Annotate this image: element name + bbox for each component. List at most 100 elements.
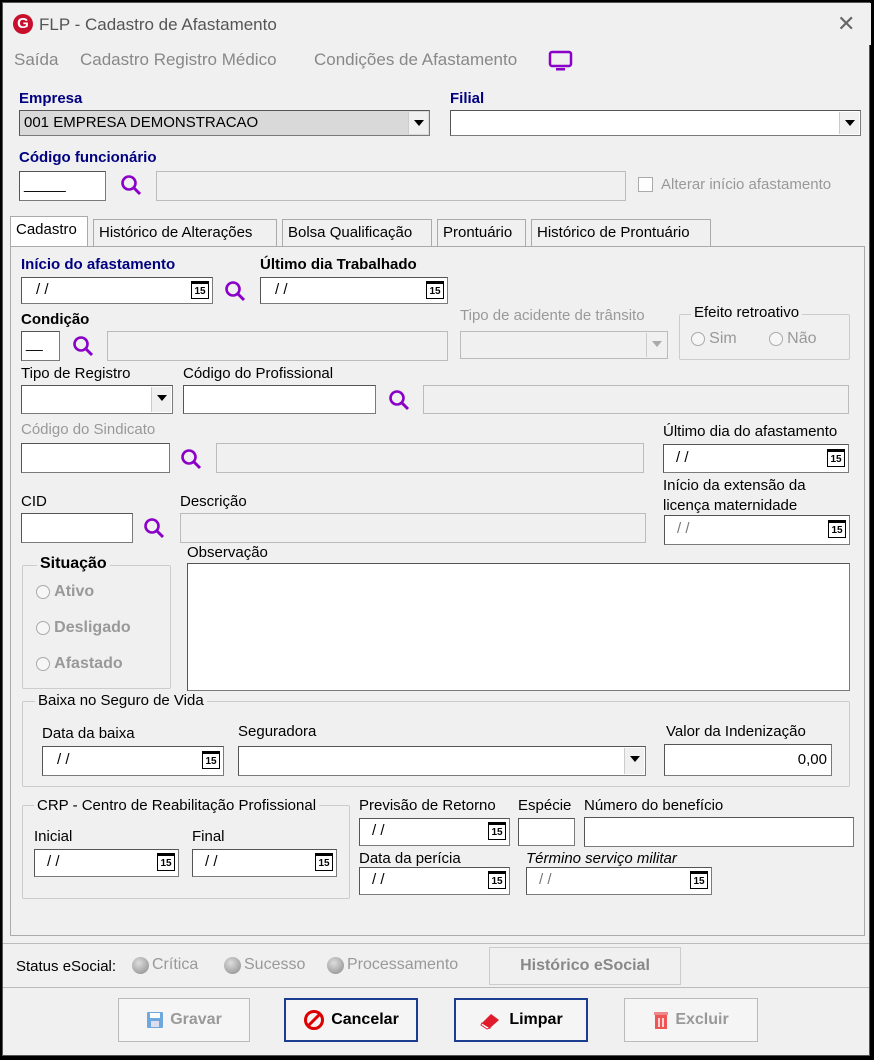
cancelar-label: Cancelar	[331, 1011, 399, 1028]
termino-servico-value: / /	[539, 871, 552, 888]
monitor-icon[interactable]	[548, 50, 574, 72]
calendar-icon[interactable]: 15	[191, 281, 209, 299]
excluir-button[interactable]: Excluir	[624, 998, 758, 1042]
data-baixa-input[interactable]: / / 15	[42, 746, 224, 776]
chevron-down-icon[interactable]	[151, 387, 171, 412]
search-icon[interactable]	[71, 334, 95, 358]
condicao-descricao-field	[107, 331, 448, 361]
seguradora-label: Seguradora	[238, 723, 317, 740]
status-dot-icon	[132, 956, 149, 974]
close-icon[interactable]: ✕	[837, 11, 855, 37]
numero-beneficio-input[interactable]	[584, 817, 854, 847]
search-icon[interactable]	[387, 388, 411, 412]
codigo-profissional-input[interactable]	[183, 385, 376, 414]
tab-historico-prontuario[interactable]: Histórico de Prontuário	[531, 219, 711, 247]
observacao-label: Observação	[187, 544, 268, 561]
menu-item-cadastro-registro-medico[interactable]: Cadastro Registro Médico	[80, 50, 277, 70]
cancelar-button[interactable]: Cancelar	[284, 998, 418, 1042]
limpar-button[interactable]: Limpar	[454, 998, 588, 1042]
radio-icon[interactable]	[769, 332, 783, 347]
ultimo-dia-trabalhado-input[interactable]: / / 15	[260, 277, 448, 304]
baixa-seguro-label: Baixa no Seguro de Vida	[35, 692, 207, 709]
menu-item-condicoes-afastamento[interactable]: Condições de Afastamento	[314, 50, 517, 70]
condicao-input[interactable]: __	[21, 331, 60, 361]
chevron-down-icon[interactable]	[624, 748, 644, 774]
data-pericia-input[interactable]: / / 15	[359, 867, 510, 895]
tab-bolsa-qualificacao[interactable]: Bolsa Qualificação	[282, 219, 432, 247]
search-icon[interactable]	[179, 447, 203, 471]
numero-beneficio-label: Número do benefício	[584, 797, 724, 814]
calendar-icon[interactable]: 15	[157, 853, 175, 871]
crp-final-input[interactable]: / / 15	[192, 849, 337, 877]
status-sucesso: Sucesso	[224, 956, 305, 974]
filial-select[interactable]	[450, 110, 861, 136]
crp-inicial-value: / /	[47, 853, 60, 870]
menu-item-saida[interactable]: Saída	[14, 50, 58, 70]
tipo-acidente-select[interactable]	[460, 331, 668, 359]
empresa-select[interactable]: 001 EMPRESA DEMONSTRACAO	[19, 110, 430, 136]
cid-input[interactable]	[21, 513, 133, 543]
efeito-sim-option[interactable]: Sim	[691, 330, 737, 348]
calendar-icon[interactable]: 15	[488, 871, 506, 889]
situacao-desligado-label: Desligado	[54, 619, 131, 636]
calendar-icon[interactable]: 15	[202, 751, 220, 769]
radio-icon[interactable]	[691, 332, 705, 347]
calendar-icon[interactable]: 15	[827, 449, 845, 467]
search-icon[interactable]	[142, 516, 166, 540]
tab-historico-alteracoes[interactable]: Histórico de Alterações	[93, 219, 277, 247]
empresa-value: 001 EMPRESA DEMONSTRACAO	[24, 114, 259, 131]
chevron-down-icon[interactable]	[646, 333, 666, 357]
inicio-afastamento-label: Início do afastamento	[21, 256, 176, 273]
calendar-icon[interactable]: 15	[828, 520, 846, 538]
radio-icon[interactable]	[36, 657, 50, 672]
status-dot-icon	[224, 956, 241, 974]
seguradora-select[interactable]	[238, 746, 646, 776]
cid-descricao-field	[180, 513, 646, 543]
chevron-down-icon[interactable]	[839, 112, 859, 134]
codigo-funcionario-value: _____	[24, 176, 66, 193]
calendar-icon[interactable]: 15	[488, 822, 506, 840]
tab-prontuario[interactable]: Prontuário	[437, 219, 526, 247]
extensao-licenca-label-2: licença maternidade	[663, 497, 798, 514]
situacao-afastado-option[interactable]: Afastado	[36, 655, 123, 673]
efeito-nao-option[interactable]: Não	[769, 330, 817, 348]
search-icon[interactable]	[119, 173, 143, 197]
crp-final-label: Final	[192, 828, 225, 845]
valor-indenizacao-input[interactable]: 0,00	[664, 744, 832, 776]
gravar-button[interactable]: Gravar	[118, 998, 250, 1042]
especie-label: Espécie	[518, 797, 572, 814]
calendar-icon[interactable]: 15	[690, 871, 708, 889]
previsao-retorno-input[interactable]: / / 15	[359, 818, 510, 846]
tipo-acidente-label: Tipo de acidente de trânsito	[460, 307, 645, 324]
extensao-licenca-input[interactable]: / / 15	[664, 515, 850, 545]
codigo-sindicato-label: Código do Sindicato	[21, 421, 156, 438]
radio-icon[interactable]	[36, 585, 50, 600]
alterar-inicio-checkbox[interactable]	[638, 177, 653, 192]
status-sucesso-label: Sucesso	[244, 956, 306, 973]
especie-input[interactable]	[518, 818, 575, 846]
termino-servico-input[interactable]: / / 15	[526, 867, 712, 895]
crp-inicial-label: Inicial	[34, 828, 73, 845]
codigo-funcionario-input[interactable]: _____	[19, 171, 106, 201]
ultimo-dia-afastamento-input[interactable]: / / 15	[663, 444, 849, 473]
situacao-ativo-option[interactable]: Ativo	[36, 583, 94, 601]
search-icon[interactable]	[223, 279, 247, 303]
radio-icon[interactable]	[36, 621, 50, 636]
chevron-down-icon[interactable]	[408, 112, 428, 134]
tipo-registro-select[interactable]	[21, 385, 173, 414]
crp-label: CRP - Centro de Reabilitação Profissiona…	[34, 797, 320, 814]
calendar-icon[interactable]: 15	[315, 853, 333, 871]
historico-esocial-button[interactable]: Histórico eSocial	[489, 947, 681, 985]
tab-cadastro[interactable]: Cadastro	[10, 216, 88, 248]
codigo-sindicato-input[interactable]	[21, 443, 170, 473]
calendar-icon[interactable]: 15	[426, 281, 444, 299]
codigo-funcionario-label: Código funcionário	[19, 149, 157, 166]
empresa-label: Empresa	[19, 90, 83, 107]
crp-inicial-input[interactable]: / / 15	[34, 849, 179, 877]
situacao-afastado-label: Afastado	[54, 655, 123, 672]
ultimo-dia-afastamento-value: / /	[676, 449, 689, 466]
ultimo-dia-trabalhado-value: / /	[275, 281, 288, 298]
inicio-afastamento-input[interactable]: / / 15	[21, 277, 213, 304]
observacao-textarea[interactable]	[187, 563, 850, 691]
situacao-desligado-option[interactable]: Desligado	[36, 619, 131, 637]
